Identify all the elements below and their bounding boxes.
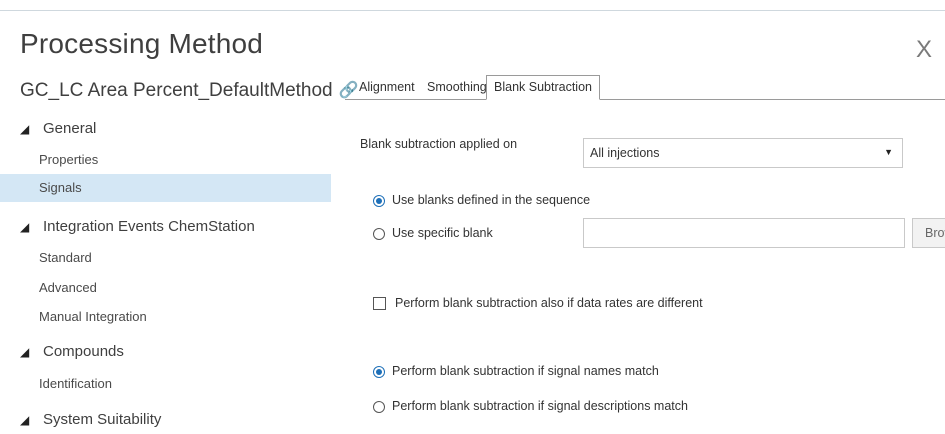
tree-group-compounds[interactable]: ◢ Compounds: [0, 338, 331, 366]
browse-button[interactable]: Browse...: [912, 218, 945, 248]
method-tree: GC_LC Area Percent_DefaultMethod 🔗 ◢ Gene…: [0, 70, 359, 428]
tree-item-label: Identification: [39, 376, 112, 391]
tree-group-integration-events[interactable]: ◢ Integration Events ChemStation: [0, 213, 331, 241]
radio-signal-names-match-label[interactable]: Perform blank subtraction if signal name…: [392, 364, 659, 378]
tree-item-advanced[interactable]: Advanced: [0, 274, 331, 302]
specific-blank-input[interactable]: [583, 218, 905, 248]
close-icon[interactable]: X: [916, 38, 932, 62]
collapse-triangle-icon[interactable]: ◢: [20, 115, 29, 143]
radio-use-sequence-blanks-label[interactable]: Use blanks defined in the sequence: [392, 193, 590, 207]
tree-group-general[interactable]: ◢ General: [0, 115, 331, 143]
applied-on-label: Blank subtraction applied on: [360, 137, 518, 151]
tree-group-system-suitability[interactable]: ◢ System Suitability: [0, 406, 331, 434]
tree-item-label: Properties: [39, 152, 99, 167]
method-name: GC_LC Area Percent_DefaultMethod 🔗: [20, 80, 359, 102]
tree-item-label: Manual Integration: [39, 309, 147, 324]
tree-item-signals[interactable]: Signals: [0, 174, 331, 202]
window-top-border: [0, 0, 945, 11]
dropdown-arrow-icon: ▼: [884, 147, 893, 157]
radio-signal-descriptions-match-label[interactable]: Perform blank subtraction if signal desc…: [392, 399, 688, 413]
tab-blank-subtraction[interactable]: Blank Subtraction: [486, 75, 600, 100]
applied-on-select[interactable]: All injections ▼: [583, 138, 903, 168]
tab-alignment[interactable]: Alignment: [359, 76, 415, 99]
tree-item-label: Advanced: [39, 280, 97, 295]
checkbox-different-data-rates[interactable]: [373, 297, 386, 310]
method-name-label: GC_LC Area Percent_DefaultMethod: [20, 80, 333, 101]
tree-group-label: Integration Events ChemStation: [43, 218, 255, 235]
collapse-triangle-icon[interactable]: ◢: [20, 406, 29, 434]
radio-signal-names-match[interactable]: [373, 366, 385, 378]
tree-item-label: Signals: [39, 180, 82, 195]
radio-use-sequence-blanks[interactable]: [373, 195, 385, 207]
tree-group-label: System Suitability: [43, 411, 162, 428]
applied-on-value: All injections: [590, 146, 660, 160]
collapse-triangle-icon[interactable]: ◢: [20, 213, 29, 241]
collapse-triangle-icon[interactable]: ◢: [20, 338, 29, 366]
radio-use-specific-blank-label[interactable]: Use specific blank: [392, 226, 493, 240]
tree-item-identification[interactable]: Identification: [0, 370, 331, 398]
tree-item-properties[interactable]: Properties: [0, 146, 331, 174]
radio-signal-descriptions-match[interactable]: [373, 401, 385, 413]
tree-group-label: Compounds: [43, 343, 124, 360]
dialog-title: Processing Method: [20, 28, 264, 59]
tree-item-label: Standard: [39, 250, 92, 265]
tab-bar: Alignment Smoothing Blank Subtraction: [345, 75, 945, 100]
tree-group-label: General: [43, 120, 97, 137]
tree-item-standard[interactable]: Standard: [0, 244, 331, 272]
radio-use-specific-blank[interactable]: [373, 228, 385, 240]
checkbox-different-data-rates-label[interactable]: Perform blank subtraction also if data r…: [395, 296, 703, 310]
tree-item-manual-integration[interactable]: Manual Integration: [0, 303, 331, 331]
tab-smoothing[interactable]: Smoothing: [427, 76, 487, 99]
